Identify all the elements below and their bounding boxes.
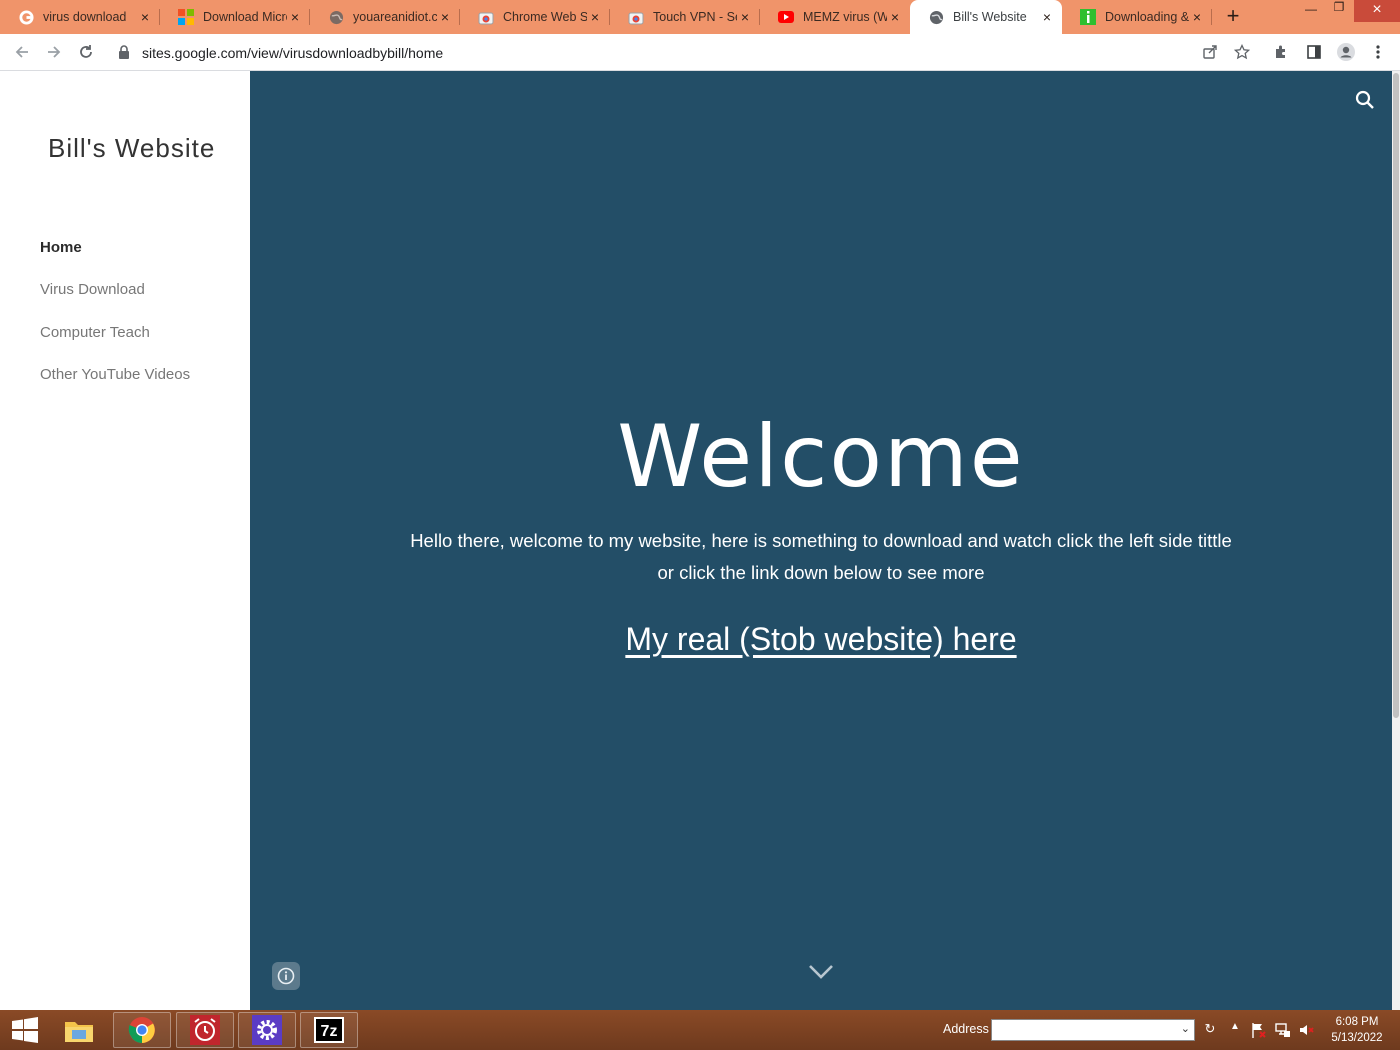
tab-title: virus download xyxy=(43,10,127,24)
tab-title: Chrome Web St xyxy=(503,10,587,24)
bookmark-star-icon[interactable] xyxy=(1232,42,1252,62)
restore-button[interactable]: ❐ xyxy=(1324,0,1354,22)
tray-overflow-arrow-icon[interactable]: ▲ xyxy=(1226,1021,1244,1039)
tab-bills-website[interactable]: Bill's Website × xyxy=(910,0,1062,34)
download-info-icon xyxy=(1080,9,1096,25)
tab-virus-download[interactable]: virus download × xyxy=(0,0,160,34)
refresh-icon[interactable]: ↻ xyxy=(1201,1021,1219,1039)
system-clock[interactable]: 6:08 PM 5/13/2022 xyxy=(1318,1014,1396,1046)
close-icon[interactable]: × xyxy=(288,10,302,24)
chrome-web-store-icon xyxy=(628,9,644,25)
tab-downloading[interactable]: Downloading & × xyxy=(1062,0,1212,34)
tab-title: Touch VPN - Se xyxy=(653,10,737,24)
volume-muted-icon[interactable] xyxy=(1298,1022,1316,1040)
arrow-right-icon xyxy=(48,46,61,58)
youtube-icon xyxy=(778,9,794,25)
tab-strip: virus download × Download Micro × youare… xyxy=(0,0,1400,34)
reload-button[interactable] xyxy=(76,42,96,62)
info-icon[interactable] xyxy=(272,962,300,990)
hero-intro-line: or click the link down below to see more xyxy=(657,562,985,583)
chrome-icon[interactable] xyxy=(113,1012,171,1048)
nav-item-other-youtube-videos[interactable]: Other YouTube Videos xyxy=(40,366,190,383)
nav-item-computer-teach[interactable]: Computer Teach xyxy=(40,324,150,341)
arrow-left-icon xyxy=(15,46,28,58)
address-bar[interactable]: sites.google.com/view/virusdownloadbybil… xyxy=(106,38,1262,67)
hero-intro-line: Hello there, welcome to my website, here… xyxy=(410,530,1232,551)
tab-title: Bill's Website xyxy=(953,10,1027,24)
tab-youareanidiot[interactable]: youareanidiot.c × xyxy=(310,0,460,34)
page-scrollbar[interactable] xyxy=(1392,71,1400,1010)
google-icon xyxy=(18,9,34,25)
clock-time: 6:08 PM xyxy=(1335,1016,1379,1028)
close-icon[interactable]: × xyxy=(888,10,902,24)
share-icon[interactable] xyxy=(1200,42,1220,62)
clock-date: 5/13/2022 xyxy=(1331,1032,1383,1044)
nav-item-virus-download[interactable]: Virus Download xyxy=(40,281,145,298)
close-icon[interactable]: × xyxy=(138,10,152,24)
close-icon[interactable]: × xyxy=(588,10,602,24)
lock-icon[interactable] xyxy=(118,45,130,64)
search-icon[interactable] xyxy=(1354,89,1376,111)
tab-title: Download Micro xyxy=(203,10,287,24)
svg-text:7z: 7z xyxy=(321,1023,338,1040)
tab-title: Downloading & xyxy=(1105,10,1189,24)
chrome-web-store-icon xyxy=(478,9,494,25)
tab-title: youareanidiot.c xyxy=(353,10,437,24)
chevron-down-icon[interactable]: ⌄ xyxy=(1181,1022,1190,1035)
tab-chrome-web-store[interactable]: Chrome Web St × xyxy=(460,0,610,34)
chevron-down-icon[interactable] xyxy=(807,961,835,981)
tab-memz-virus[interactable]: MEMZ virus (W × xyxy=(760,0,910,34)
microsoft-icon xyxy=(178,9,194,25)
7zip-icon[interactable]: 7z xyxy=(300,1012,358,1048)
browser-toolbar: sites.google.com/view/virusdownloadbybil… xyxy=(0,34,1400,71)
windows-taskbar: 7z Address ⌄ ↻ ▲ 6:08 PM 5/13/2022 xyxy=(0,1010,1400,1050)
file-explorer-icon[interactable] xyxy=(50,1012,108,1048)
address-toolbar-label: Address xyxy=(943,1022,989,1036)
extensions-puzzle-icon[interactable] xyxy=(1271,42,1291,62)
settings-gear-icon[interactable] xyxy=(238,1012,296,1048)
web-page: Bill's Website Home Virus Download Compu… xyxy=(0,71,1400,1010)
action-center-flag-icon[interactable] xyxy=(1250,1022,1268,1040)
reload-icon xyxy=(80,45,92,58)
new-tab-button[interactable]: + xyxy=(1222,5,1244,28)
hero-section: Welcome Hello there, welcome to my websi… xyxy=(250,71,1392,1010)
url-text[interactable]: sites.google.com/view/virusdownloadbybil… xyxy=(142,45,443,61)
network-icon[interactable] xyxy=(1274,1022,1292,1040)
close-icon[interactable]: × xyxy=(738,10,752,24)
hero-intro: Hello there, welcome to my website, here… xyxy=(400,525,1242,589)
scrollbar-thumb[interactable] xyxy=(1393,73,1399,718)
hero-heading: Welcome xyxy=(617,407,1025,507)
close-icon[interactable]: × xyxy=(1040,10,1054,24)
back-button[interactable] xyxy=(12,42,32,62)
kebab-menu-icon[interactable] xyxy=(1368,42,1388,62)
minimize-button[interactable]: — xyxy=(1296,2,1326,24)
close-icon[interactable]: × xyxy=(1190,10,1204,24)
globe-icon xyxy=(328,9,344,25)
alarm-clock-icon[interactable] xyxy=(176,1012,234,1048)
tab-touch-vpn[interactable]: Touch VPN - Se × xyxy=(610,0,760,34)
tab-title: MEMZ virus (W xyxy=(803,10,887,24)
address-toolbar-input[interactable]: ⌄ xyxy=(991,1019,1195,1041)
close-icon[interactable]: × xyxy=(438,10,452,24)
site-title[interactable]: Bill's Website xyxy=(48,133,215,164)
nav-item-home[interactable]: Home xyxy=(40,239,82,256)
site-sidebar: Bill's Website Home Virus Download Compu… xyxy=(0,71,250,1010)
tab-download-microsoft[interactable]: Download Micro × xyxy=(160,0,310,34)
globe-icon xyxy=(928,9,944,25)
profile-avatar-icon[interactable] xyxy=(1336,42,1356,62)
windows-start-icon[interactable] xyxy=(0,1012,50,1048)
forward-button[interactable] xyxy=(44,42,64,62)
window-close-button[interactable]: × xyxy=(1354,0,1400,22)
real-website-link[interactable]: My real (Stob website) here xyxy=(250,621,1392,658)
side-panel-icon[interactable] xyxy=(1304,42,1324,62)
